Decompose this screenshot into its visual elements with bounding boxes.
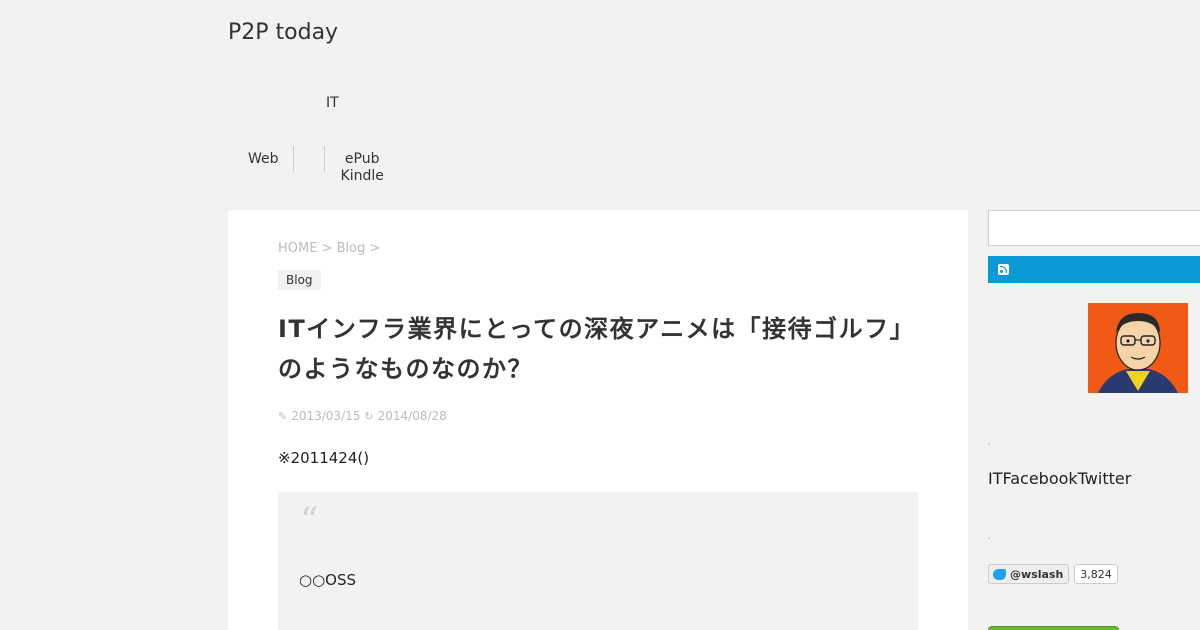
rss-icon [998,264,1009,275]
article-card: HOME > Blog > Blog ITインフラ業界にとっての深夜アニメは「接… [228,210,968,630]
updated-date: 2014/08/28 [377,409,447,423]
pencil-icon: ✎ [278,409,288,423]
nav-item-web[interactable]: Web [228,146,293,168]
nav-item-ebook-line2: Kindle [340,168,384,184]
nav-divider [292,146,294,172]
twitter-follow-button[interactable]: @wslash [988,564,1070,584]
twitter-handle: @wslash [1010,567,1064,581]
sidebar-mark: ' [988,442,991,451]
twitter-bird-icon [993,568,1006,580]
follow-button[interactable] [988,626,1119,630]
quote-text: ○○OSS [299,571,357,589]
breadcrumb-home[interactable]: HOME [278,241,317,256]
twitter-follower-count[interactable]: 3,824 [1074,564,1118,584]
blockquote: “ ○○OSS [278,492,918,630]
twitter-follow-widget: @wslash 3,824 [988,564,1118,584]
breadcrumb: HOME > Blog > [278,241,380,256]
avatar [1088,303,1188,393]
published-date: 2013/03/15 [291,409,361,423]
rss-bar[interactable] [988,256,1200,283]
sidebar-mark: ' [988,536,991,545]
search-input[interactable] [988,210,1200,246]
quote-mark-icon: “ [300,501,319,542]
breadcrumb-separator: > [317,241,337,256]
nav-item-ebook[interactable]: ePub Kindle [325,146,384,185]
site-title[interactable]: P2P today [228,20,338,45]
category-badge[interactable]: Blog [278,270,321,290]
breadcrumb-blog[interactable]: Blog [337,241,366,256]
post-note: ※2011424() [278,449,370,467]
global-nav: Web ePub Kindle [228,146,384,185]
profile-text: ITFacebookTwitter [988,469,1132,488]
post-dates: ✎ 2013/03/15 ↻ 2014/08/28 [278,409,447,423]
post-title: ITインフラ業界にとっての深夜アニメは「接待ゴルフ」のようなものなのか？ [278,315,916,383]
breadcrumb-separator: > [365,241,381,256]
nav-item-it[interactable]: IT [326,95,339,111]
nav-item-ebook-line1: ePub [344,151,380,167]
refresh-icon: ↻ [364,409,374,423]
